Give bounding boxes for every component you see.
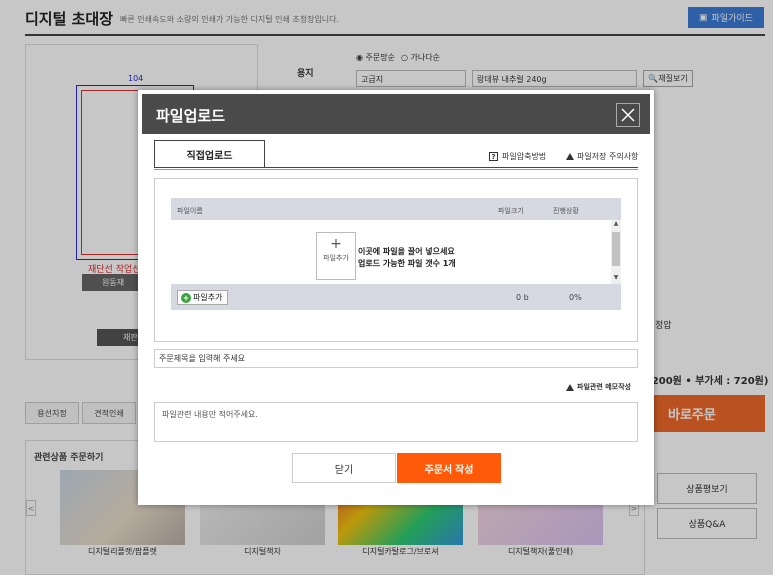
file-memo-textarea[interactable] — [154, 402, 638, 442]
drop-instructions: 이곳에 파일을 끌어 넣으세요 업로드 가능한 파일 갯수 1개 — [358, 246, 456, 270]
modal-header: 파일업로드 — [142, 94, 650, 134]
scroll-thumb[interactable] — [612, 232, 620, 266]
file-upload-modal: 파일업로드 직접업로드 ? 파일압축방법 파일저장 주의사항 파일이름 파일크기… — [138, 90, 654, 505]
order-title-input[interactable] — [154, 349, 638, 368]
scroll-down-icon[interactable]: ▼ — [611, 274, 621, 284]
total-file-size: 0 b — [516, 293, 529, 302]
modal-title: 파일업로드 — [156, 107, 226, 125]
file-table-footer: + 파일추가 0 b 0% — [171, 284, 621, 310]
compress-help-link[interactable]: ? 파일압축방법 — [489, 151, 546, 162]
warning-icon — [566, 153, 574, 160]
scroll-up-icon[interactable]: ▲ — [611, 220, 621, 230]
memo-label-text: 파일관련 메모작성 — [577, 383, 631, 391]
col-file-size: 파일크기 — [498, 207, 524, 215]
add-file-icon[interactable]: + 파일추가 — [316, 232, 356, 280]
tab-divider-secondary — [154, 169, 638, 170]
close-icon — [621, 108, 635, 122]
col-file-name: 파일이름 — [177, 207, 203, 215]
add-file-label: 파일추가 — [193, 293, 223, 302]
plus-icon: + — [330, 236, 342, 252]
file-table-header: 파일이름 파일크기 진행상황 — [171, 198, 621, 220]
add-file-button[interactable]: + 파일추가 — [177, 290, 229, 305]
close-button[interactable]: 닫기 — [292, 453, 396, 483]
drop-line-2: 업로드 가능한 파일 갯수 1개 — [358, 259, 456, 268]
create-order-button[interactable]: 주문서 작성 — [397, 453, 501, 483]
plus-circle-icon: + — [181, 292, 191, 303]
file-list-scrollbar[interactable]: ▲ ▼ — [611, 220, 621, 284]
file-drop-zone[interactable]: + 파일추가 이곳에 파일을 끌어 넣으세요 업로드 가능한 파일 갯수 1개 — [171, 220, 621, 284]
file-table: 파일이름 파일크기 진행상황 + 파일추가 이곳에 파일을 끌어 넣으세요 업로… — [171, 198, 621, 310]
tab-divider — [154, 167, 638, 168]
memo-label: 파일관련 메모작성 — [566, 382, 631, 392]
help-icon: ? — [489, 152, 498, 161]
save-notice-label: 파일저장 주의사항 — [577, 152, 639, 161]
drop-line-1: 이곳에 파일을 끌어 넣으세요 — [358, 247, 455, 256]
modal-close-button[interactable] — [616, 103, 640, 127]
compress-help-label: 파일압축방법 — [502, 152, 547, 161]
save-notice-link[interactable]: 파일저장 주의사항 — [566, 151, 638, 162]
tab-direct-upload[interactable]: 직접업로드 — [154, 140, 265, 168]
col-progress: 진행상황 — [553, 207, 579, 215]
upload-progress: 0% — [569, 293, 582, 302]
triangle-icon — [566, 383, 574, 391]
add-file-icon-label: 파일추가 — [323, 254, 349, 262]
